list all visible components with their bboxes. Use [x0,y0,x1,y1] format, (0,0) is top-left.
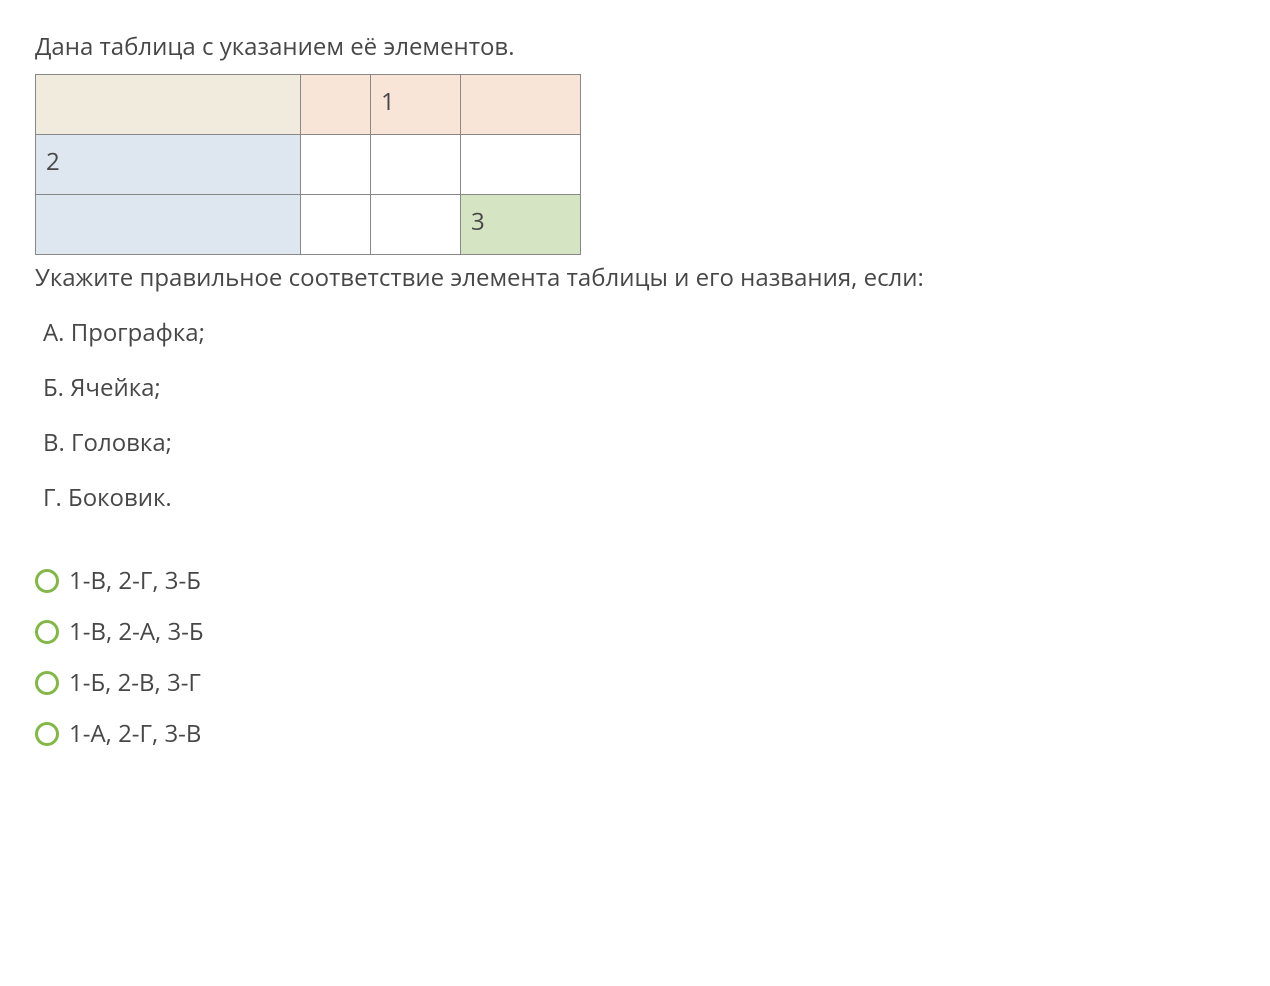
definition-item: Б. Ячейка; [43,371,1235,404]
table-cell [301,134,371,194]
radio-icon [35,620,59,644]
answer-option-3[interactable]: 1-Б, 2-В, 3-Г [35,666,1235,699]
answer-option-4[interactable]: 1-А, 2-Г, 3-В [35,717,1235,750]
question-intro: Дана таблица с указанием её элементов. [35,30,1235,64]
table-cell [461,74,581,134]
table-cell-marker-3: 3 [461,194,581,254]
table-cell [36,194,301,254]
radio-icon [35,569,59,593]
answer-option-label: 1-Б, 2-В, 3-Г [69,666,201,699]
elements-table: 1 2 3 [35,74,581,255]
answer-options: 1-В, 2-Г, 3-Б 1-В, 2-А, 3-Б 1-Б, 2-В, 3-… [35,564,1235,750]
radio-icon [35,671,59,695]
definition-item: А. Прографка; [43,316,1235,349]
answer-option-2[interactable]: 1-В, 2-А, 3-Б [35,615,1235,648]
definition-item: В. Головка; [43,426,1235,459]
table-cell [371,194,461,254]
instruction-text: Укажите правильное соответствие элемента… [35,261,1235,295]
table-cell [36,74,301,134]
answer-option-label: 1-А, 2-Г, 3-В [69,717,201,750]
definition-item: Г. Боковик. [43,481,1235,514]
table-cell-marker-2: 2 [36,134,301,194]
table-cell [301,74,371,134]
answer-option-label: 1-В, 2-А, 3-Б [69,615,204,648]
table-cell-marker-1: 1 [371,74,461,134]
answer-option-1[interactable]: 1-В, 2-Г, 3-Б [35,564,1235,597]
table-cell [461,134,581,194]
radio-icon [35,722,59,746]
table-cell [371,134,461,194]
definitions-list: А. Прографка; Б. Ячейка; В. Головка; Г. … [43,316,1235,514]
answer-option-label: 1-В, 2-Г, 3-Б [69,564,201,597]
table-cell [301,194,371,254]
